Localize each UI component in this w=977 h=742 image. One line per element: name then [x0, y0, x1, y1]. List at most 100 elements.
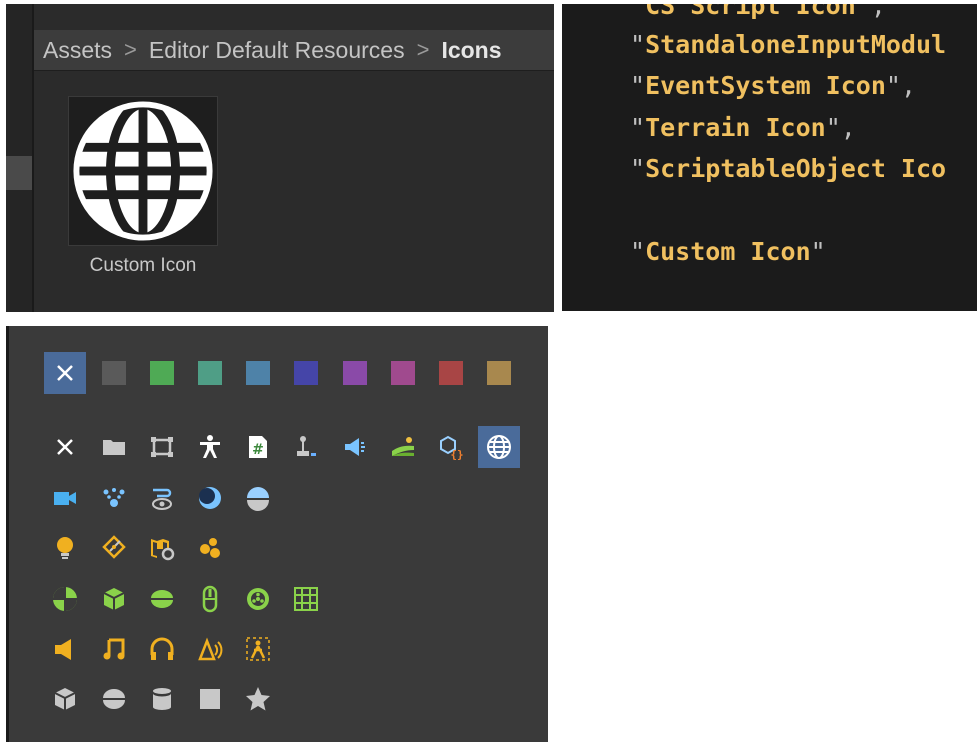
icon-option-audio-source[interactable]	[44, 628, 86, 670]
code-line: "ScriptableObject Ico	[630, 154, 947, 183]
breadcrumb-separator: >	[416, 37, 430, 62]
icon-option-cylinder[interactable]	[141, 678, 183, 720]
icon-option-half-sphere[interactable]	[237, 477, 279, 519]
svg-text:#: #	[252, 442, 264, 458]
code-editor: "CS Script Icon", "StandaloneInputModul …	[562, 4, 977, 311]
folder-tree-strip	[6, 4, 32, 312]
color-none-button[interactable]	[44, 352, 86, 394]
icon-option-script[interactable]: #	[237, 426, 279, 468]
icon-option-map-gear[interactable]	[141, 527, 183, 569]
folder-icon	[103, 440, 125, 455]
icon-option-grid[interactable]	[285, 578, 327, 620]
string-literal: Terrain Icon	[645, 113, 826, 142]
scriptable-object-icon: {}	[440, 435, 464, 461]
sphere-icon	[103, 689, 125, 709]
icon-picker: # {}	[6, 326, 548, 742]
icon-option-joystick[interactable]	[285, 426, 327, 468]
light-bulb-icon	[57, 537, 73, 559]
globe-icon	[487, 435, 511, 459]
icon-option-music-note[interactable]	[93, 628, 135, 670]
code-line: "Terrain Icon",	[630, 113, 856, 142]
icon-option-globe[interactable]	[478, 426, 520, 468]
code-line: "Custom Icon"	[630, 237, 826, 266]
audio-person-icon	[246, 637, 270, 661]
icon-option-rect-transform[interactable]	[141, 426, 183, 468]
punctuation: ,	[840, 113, 856, 142]
color-swatch-teal[interactable]	[189, 352, 231, 394]
color-swatch-red[interactable]	[430, 352, 472, 394]
icon-option-headphones[interactable]	[141, 628, 183, 670]
string-literal: EventSystem Icon	[645, 71, 886, 100]
icon-option-scriptable-object[interactable]: {}	[430, 426, 472, 468]
sphere-collider-icon	[53, 587, 77, 611]
breadcrumb-item-editor-default-resources[interactable]: Editor Default Resources	[149, 37, 405, 64]
icon-option-cube[interactable]	[44, 678, 86, 720]
square-icon	[200, 689, 220, 709]
icon-option-wheel[interactable]	[237, 578, 279, 620]
icon-option-box-collider[interactable]	[93, 578, 135, 620]
half-sphere-icon	[247, 487, 269, 511]
icon-option-sphere-collider[interactable]	[44, 578, 86, 620]
folder-tree-selection[interactable]	[6, 156, 32, 190]
icon-option-eye-path[interactable]	[141, 477, 183, 519]
breadcrumb: Assets > Editor Default Resources > Icon…	[34, 30, 554, 71]
icon-option-audio-cone[interactable]	[189, 628, 231, 670]
icon-option-none[interactable]	[44, 426, 86, 468]
audio-source-icon	[55, 639, 71, 660]
punctuation: ,	[870, 4, 886, 20]
humanoid-icon	[200, 435, 220, 458]
breadcrumb-item-assets[interactable]: Assets	[43, 37, 112, 64]
punctuation: ,	[900, 71, 917, 100]
icon-option-blobs[interactable]	[189, 527, 231, 569]
star-icon	[246, 687, 270, 711]
wheel-icon	[247, 588, 269, 610]
icon-option-audio-person[interactable]	[237, 628, 279, 670]
color-swatch-magenta[interactable]	[382, 352, 424, 394]
icon-option-capsule[interactable]	[141, 578, 183, 620]
color-swatch-purple[interactable]	[334, 352, 376, 394]
icon-option-terrain[interactable]	[382, 426, 424, 468]
headphones-icon	[150, 637, 174, 660]
asset-tile-custom-icon[interactable]	[68, 96, 218, 246]
string-literal: CS Script Icon	[645, 4, 856, 20]
breadcrumb-separator: >	[124, 37, 137, 62]
icon-option-megaphone[interactable]	[334, 426, 376, 468]
icon-option-camera[interactable]	[44, 477, 86, 519]
icon-option-light-bulb[interactable]	[44, 527, 86, 569]
particle-system-icon	[103, 488, 125, 507]
color-swatch-blue[interactable]	[237, 352, 279, 394]
icon-option-star[interactable]	[237, 678, 279, 720]
wheel-outline-icon	[202, 585, 218, 613]
icon-option-particle-system[interactable]	[93, 477, 135, 519]
code-line: "CS Script Icon",	[630, 4, 886, 20]
music-note-icon	[103, 638, 125, 660]
icon-option-light-probe[interactable]	[93, 527, 135, 569]
light-probe-icon	[102, 535, 126, 559]
cylinder-icon	[153, 688, 171, 710]
svg-text:{}: {}	[450, 448, 463, 461]
color-swatch-gold[interactable]	[478, 352, 520, 394]
icon-option-wheel-outline[interactable]	[189, 578, 231, 620]
icon-option-folder[interactable]	[93, 426, 135, 468]
rect-transform-icon	[151, 437, 173, 457]
project-window: Assets > Editor Default Resources > Icon…	[6, 4, 554, 312]
asset-label: Custom Icon	[89, 255, 197, 276]
grid-icon	[294, 587, 318, 611]
breadcrumb-item-icons[interactable]: Icons	[441, 37, 501, 64]
terrain-icon	[392, 437, 414, 456]
close-icon	[57, 439, 73, 455]
icon-option-humanoid[interactable]	[189, 426, 231, 468]
cube-icon	[54, 688, 76, 710]
icon-option-square[interactable]	[189, 678, 231, 720]
icon-option-sphere[interactable]	[93, 678, 135, 720]
color-swatch-gray[interactable]	[93, 352, 135, 394]
box-collider-icon	[103, 588, 125, 610]
string-literal: StandaloneInputModul	[645, 30, 947, 59]
code-line: "EventSystem Icon",	[630, 71, 917, 100]
color-swatch-green[interactable]	[141, 352, 183, 394]
icon-option-half-moon[interactable]	[189, 477, 231, 519]
string-literal: Custom Icon	[645, 237, 811, 266]
audio-cone-icon	[198, 637, 223, 661]
color-swatch-indigo[interactable]	[285, 352, 327, 394]
panel-edge	[6, 326, 9, 742]
